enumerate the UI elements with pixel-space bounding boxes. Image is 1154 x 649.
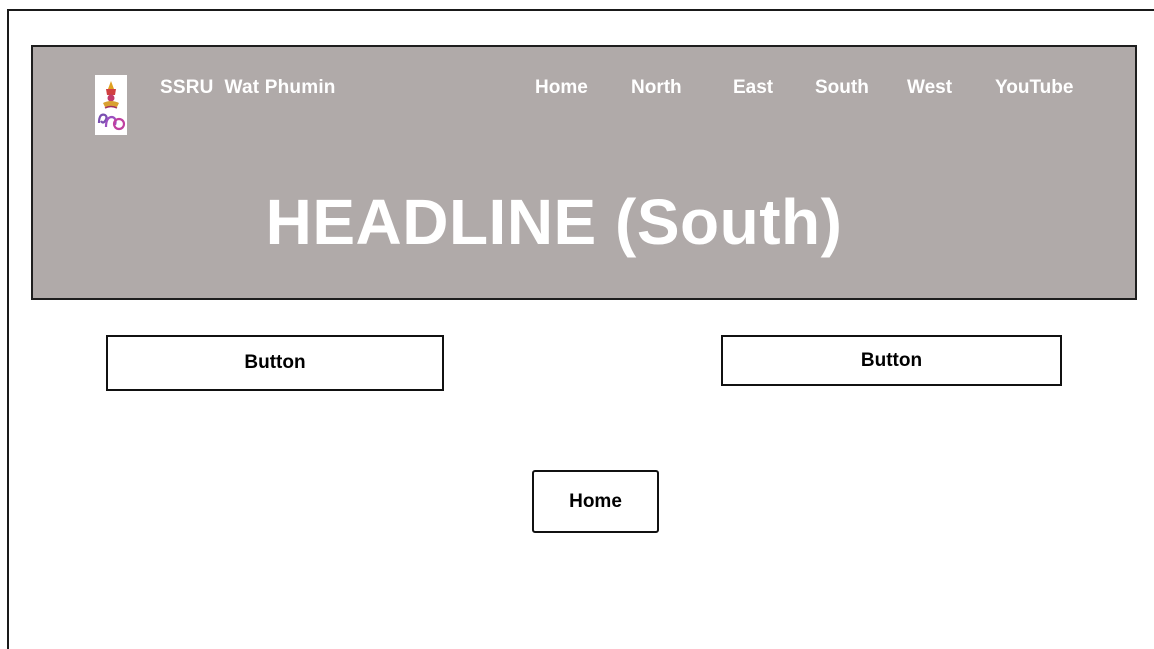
header-banner: SSRU Wat Phumin Home North East South We… [31, 45, 1137, 300]
nav-home[interactable]: Home [535, 77, 588, 99]
right-button[interactable]: Button [721, 335, 1062, 386]
nav-north[interactable]: North [631, 77, 682, 99]
left-button[interactable]: Button [106, 335, 444, 391]
ssru-logo-icon[interactable] [95, 75, 127, 135]
brand-name: SSRU Wat Phumin [160, 77, 336, 98]
nav-youtube[interactable]: YouTube [995, 77, 1073, 99]
home-button[interactable]: Home [532, 470, 659, 533]
nav-east[interactable]: East [733, 77, 773, 99]
nav-west[interactable]: West [907, 77, 952, 99]
nav-south[interactable]: South [815, 77, 869, 99]
page-headline: HEADLINE (South) [265, 186, 843, 258]
